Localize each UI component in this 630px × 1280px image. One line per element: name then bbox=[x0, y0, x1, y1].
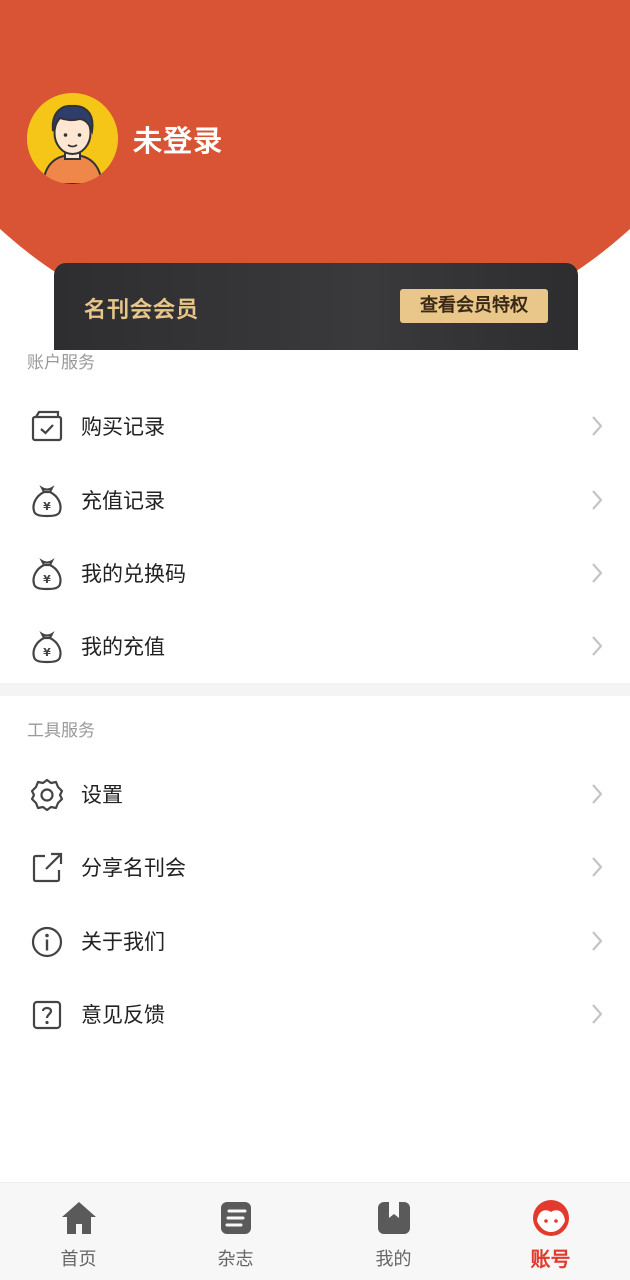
chevron-right-icon bbox=[592, 636, 603, 656]
tab-label: 账号 bbox=[530, 1247, 571, 1271]
tab-mine[interactable]: 我的 bbox=[315, 1183, 472, 1280]
svg-text:¥: ¥ bbox=[43, 500, 51, 513]
menu-item-settings[interactable]: 设置 bbox=[0, 757, 630, 831]
menu-label: 关于我们 bbox=[81, 930, 165, 954]
menu-item-my-recharge[interactable]: ¥ 我的充值 bbox=[0, 609, 630, 683]
chevron-right-icon bbox=[592, 931, 603, 951]
vip-membership-card[interactable]: 名刊会会员 查看会员特权 bbox=[54, 263, 578, 350]
chevron-right-icon bbox=[592, 490, 603, 510]
avatar-illustration-icon bbox=[27, 93, 118, 184]
chevron-right-icon bbox=[592, 563, 603, 583]
svg-text:¥: ¥ bbox=[43, 573, 51, 586]
purchase-record-icon bbox=[31, 410, 63, 442]
avatar[interactable] bbox=[27, 93, 118, 184]
tab-home[interactable]: 首页 bbox=[0, 1183, 157, 1280]
chevron-right-icon bbox=[592, 1004, 603, 1024]
vip-title: 名刊会会员 bbox=[84, 298, 200, 323]
tab-label: 我的 bbox=[375, 1249, 412, 1270]
profile-header: 未登录 名刊会会员 查看会员特权 bbox=[0, 0, 630, 350]
menu-item-feedback[interactable]: 意见反馈 bbox=[0, 977, 630, 1051]
menu-label: 充值记录 bbox=[81, 489, 165, 513]
menu-label: 购买记录 bbox=[81, 415, 165, 439]
gear-icon bbox=[30, 778, 64, 812]
info-icon bbox=[31, 926, 63, 958]
chevron-right-icon bbox=[592, 857, 603, 877]
menu-item-recharge-record[interactable]: ¥ 充值记录 bbox=[0, 463, 630, 537]
bottom-tab-bar: 首页 杂志 我的 账号 bbox=[0, 1182, 630, 1280]
view-vip-privileges-button[interactable]: 查看会员特权 bbox=[400, 289, 548, 323]
share-icon bbox=[32, 852, 63, 883]
menu-label: 意见反馈 bbox=[81, 1003, 165, 1027]
menu-item-purchase-record[interactable]: 购买记录 bbox=[0, 389, 630, 463]
login-status-label[interactable]: 未登录 bbox=[133, 118, 223, 160]
menu-item-share[interactable]: 分享名刊会 bbox=[0, 830, 630, 904]
tab-account[interactable]: 账号 bbox=[472, 1183, 629, 1280]
feedback-icon bbox=[32, 1000, 62, 1030]
section-divider bbox=[0, 683, 630, 696]
chevron-right-icon bbox=[592, 784, 603, 804]
svg-text:¥: ¥ bbox=[43, 646, 51, 659]
menu-item-about-us[interactable]: 关于我们 bbox=[0, 904, 630, 978]
account-face-icon bbox=[533, 1200, 569, 1236]
menu-label: 设置 bbox=[81, 783, 123, 807]
tool-services-title: 工具服务 bbox=[27, 721, 95, 741]
bookmark-book-icon bbox=[378, 1202, 410, 1234]
tab-label: 首页 bbox=[60, 1249, 97, 1270]
tab-label: 杂志 bbox=[217, 1249, 254, 1270]
home-icon bbox=[62, 1202, 96, 1234]
money-bag-icon: ¥ bbox=[32, 558, 62, 591]
chevron-right-icon bbox=[592, 416, 603, 436]
money-bag-icon: ¥ bbox=[32, 485, 62, 518]
money-bag-icon: ¥ bbox=[32, 631, 62, 664]
menu-label: 我的充值 bbox=[81, 635, 165, 659]
menu-item-my-redeem-code[interactable]: ¥ 我的兑换码 bbox=[0, 536, 630, 610]
magazine-icon bbox=[221, 1202, 251, 1234]
account-services-title: 账户服务 bbox=[27, 353, 95, 373]
menu-label: 我的兑换码 bbox=[81, 562, 186, 586]
tab-magazine[interactable]: 杂志 bbox=[157, 1183, 314, 1280]
menu-label: 分享名刊会 bbox=[81, 856, 186, 880]
